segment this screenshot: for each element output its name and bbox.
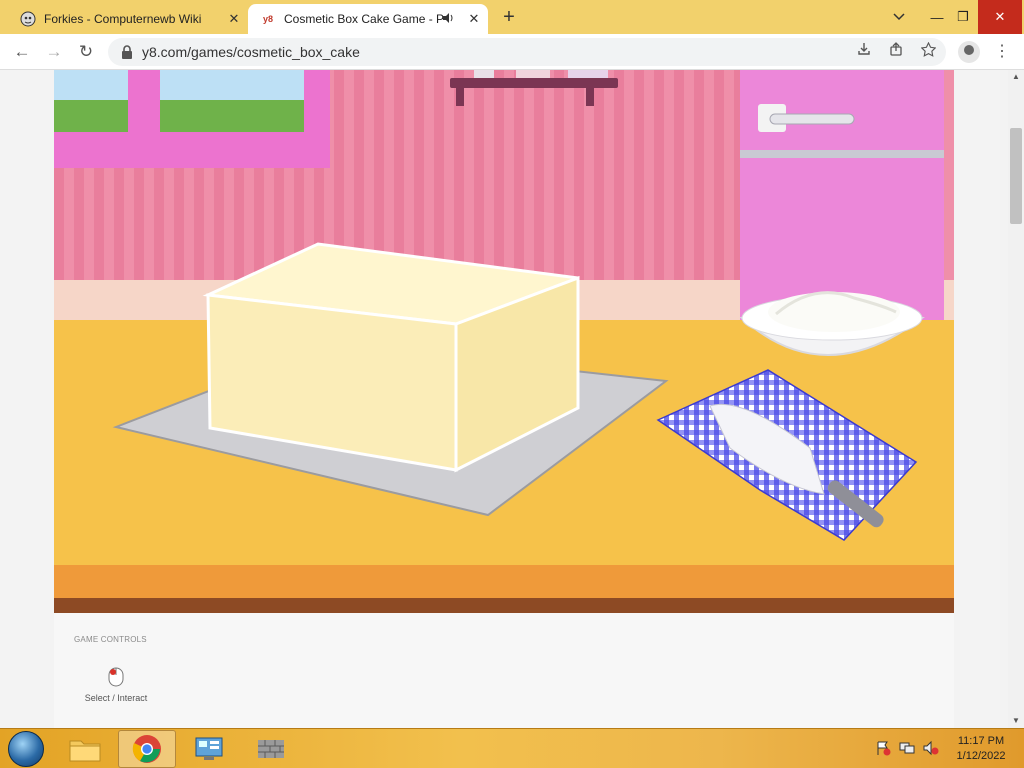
taskbar-clock[interactable]: 11:17 PM 1/12/2022 (944, 734, 1018, 764)
tab-strip: Forkies - Computernewb Wiki ✕ y8 Cosmeti… (0, 0, 1024, 34)
start-button[interactable] (8, 731, 44, 767)
mouse-icon (108, 667, 124, 687)
kitchen-window (54, 70, 330, 168)
firewall-icon[interactable] (242, 730, 300, 768)
share-icon[interactable] (886, 42, 906, 62)
browser-toolbar: ← → ↻ y8.com/games/cosmetic_box_cake ⋮ (0, 34, 1024, 70)
tab-search-chevron-icon[interactable] (882, 0, 916, 34)
tab-computernewb-wiki[interactable]: Forkies - Computernewb Wiki ✕ (8, 4, 248, 34)
clock-time: 11:17 PM (957, 735, 1005, 747)
page-scrollbar[interactable]: ▲ ▼ (1008, 70, 1024, 728)
back-button[interactable]: ← (10, 40, 34, 64)
counter-base (54, 598, 954, 613)
game-canvas[interactable] (54, 70, 954, 613)
bookmark-star-icon[interactable] (918, 41, 938, 62)
network-icon[interactable] (898, 740, 916, 758)
scroll-down-icon[interactable]: ▼ (1008, 714, 1024, 728)
page-content: GAME CONTROLS Select / Interact (0, 70, 1008, 728)
cake[interactable] (202, 242, 580, 473)
y8-favicon-icon: y8 (262, 14, 273, 24)
address-bar[interactable]: y8.com/games/cosmetic_box_cake (108, 38, 946, 66)
scroll-up-icon[interactable]: ▲ (1008, 70, 1024, 84)
lock-icon[interactable] (120, 44, 134, 60)
browser-menu-button[interactable]: ⋮ (992, 40, 1012, 64)
game-controls-panel: GAME CONTROLS Select / Interact (54, 613, 954, 728)
action-center-flag-icon[interactable] (874, 740, 892, 758)
clock-date: 1/12/2022 (956, 750, 1006, 762)
kitchen-scene[interactable] (54, 70, 954, 613)
tab-cosmetic-box-cake[interactable]: y8 Cosmetic Box Cake Game - P ✕ (248, 4, 488, 34)
speaker-icon[interactable] (442, 12, 454, 27)
tab-title: Cosmetic Box Cake Game - P (284, 12, 444, 26)
control-label-select: Select / Interact (84, 693, 148, 703)
reload-button[interactable]: ↻ (74, 40, 98, 64)
tab-close-icon[interactable]: ✕ (226, 11, 242, 27)
file-explorer-icon[interactable] (56, 730, 114, 768)
counter-edge (54, 565, 954, 598)
tab-close-icon[interactable]: ✕ (466, 11, 482, 27)
volume-muted-icon[interactable] (922, 740, 940, 758)
url-text[interactable]: y8.com/games/cosmetic_box_cake (142, 44, 360, 60)
install-icon[interactable] (854, 42, 874, 62)
fridge (740, 70, 944, 320)
forward-button[interactable]: → (42, 40, 66, 64)
windows-taskbar: 11:17 PM 1/12/2022 (0, 728, 1024, 768)
close-window-button[interactable]: ✕ (978, 0, 1022, 34)
game-controls-title: GAME CONTROLS (74, 635, 147, 644)
scrollbar-thumb[interactable] (1010, 128, 1022, 224)
chrome-icon[interactable] (118, 730, 176, 768)
profile-avatar-icon[interactable] (958, 41, 980, 63)
new-tab-button[interactable]: + (498, 6, 520, 28)
maximize-button[interactable]: ❐ (946, 0, 980, 34)
tab-title: Forkies - Computernewb Wiki (44, 12, 202, 26)
control-panel-icon[interactable] (180, 730, 238, 768)
wiki-favicon-icon (20, 11, 36, 27)
